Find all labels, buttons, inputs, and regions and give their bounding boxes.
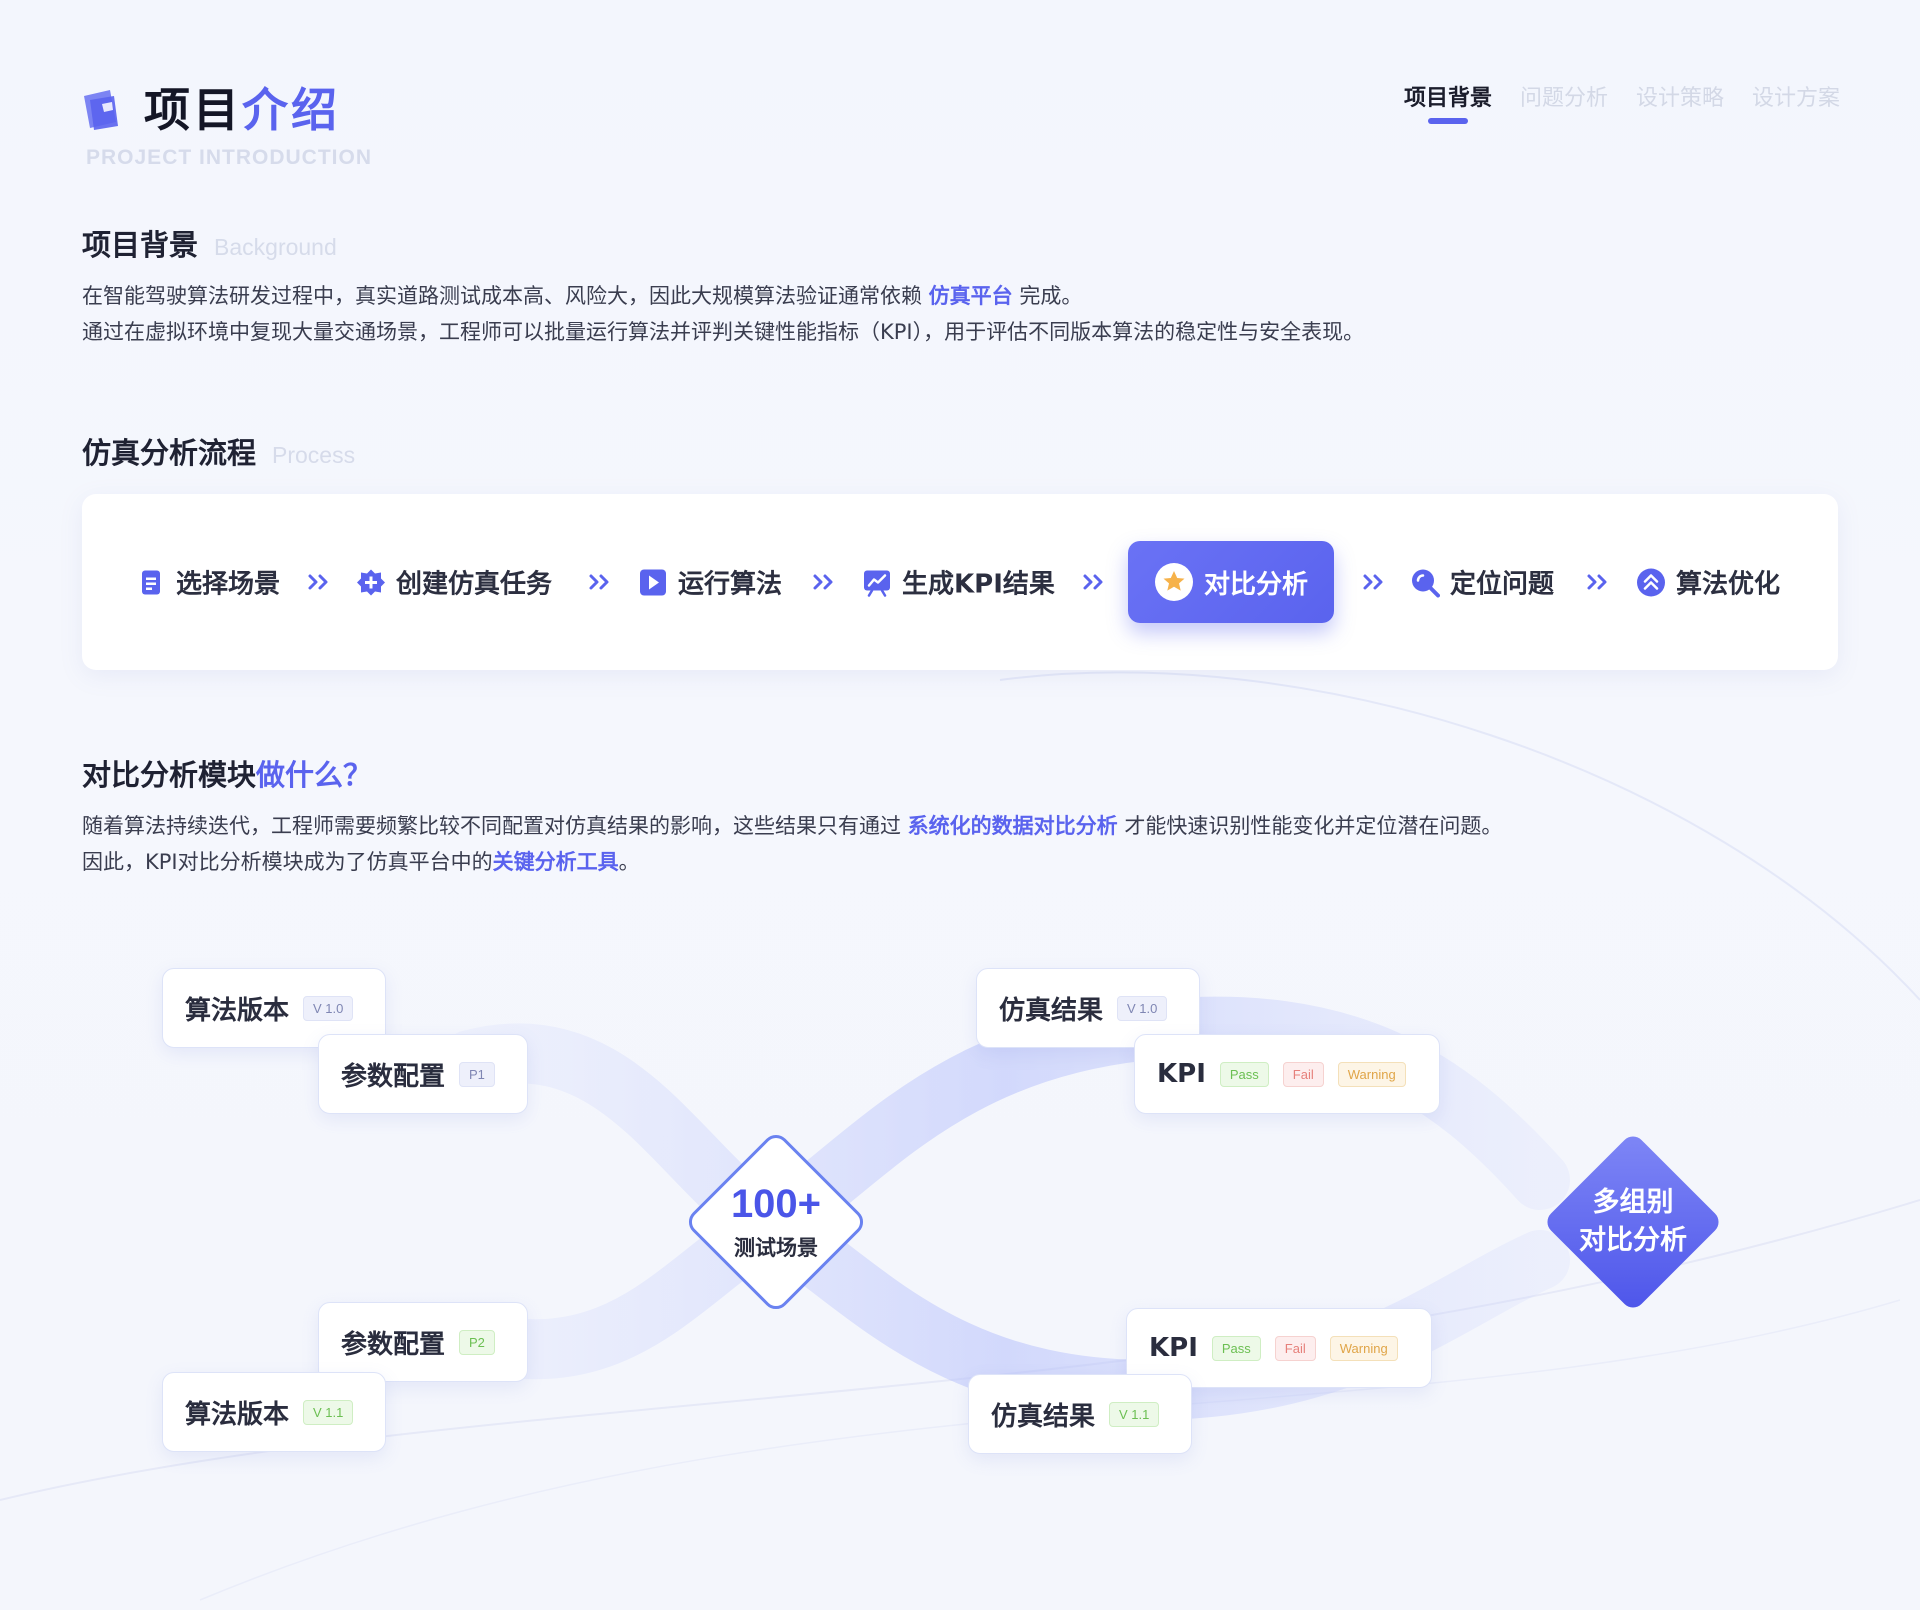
multi-group-compare-diamond: 多组别 对比分析 bbox=[1521, 1110, 1745, 1334]
step-select-scene[interactable]: 选择场景 bbox=[136, 564, 280, 601]
background-line-2: 通过在虚拟环境中复现大量交通场景，工程师可以批量运行算法并评判关键性能指标（KP… bbox=[82, 320, 1365, 344]
pass-tag: Pass bbox=[1219, 1061, 1269, 1087]
scenario-count: 100+ bbox=[730, 1182, 822, 1226]
step-label: 定位问题 bbox=[1450, 569, 1555, 600]
compare-heading: 对比分析模块做什么？ bbox=[82, 752, 372, 794]
step-optimize-algorithm[interactable]: 算法优化 bbox=[1636, 564, 1780, 601]
param-tag: P2 bbox=[459, 1329, 495, 1355]
page-title: 项目介绍 bbox=[144, 80, 340, 140]
version-tag: V 1.0 bbox=[303, 995, 354, 1021]
background-line-1: 在智能驾驶算法研发过程中，真实道路测试成本高、风险大，因此大规模算法验证通常依赖… bbox=[82, 278, 1782, 314]
double-up-icon bbox=[1637, 568, 1665, 596]
diamond-content: 多组别 对比分析 bbox=[1521, 1110, 1745, 1334]
document-icon bbox=[142, 570, 160, 594]
tab-problem-analysis[interactable]: 问题分析 bbox=[1520, 82, 1608, 116]
test-scenarios-diamond: 100+ 测试场景 bbox=[664, 1110, 888, 1334]
add-badge-icon bbox=[357, 569, 385, 595]
search-icon bbox=[1412, 569, 1440, 597]
chevron-double-right-icon bbox=[1587, 574, 1607, 590]
logo-icon bbox=[84, 90, 118, 130]
process-flow-card: 选择场景 创建仿真任务 运行算法 生成KPI结果 对比分析 定位问题 算法优化 bbox=[82, 494, 1838, 670]
end-line-1: 多组别 bbox=[1592, 1187, 1674, 1218]
card-label: 参数配置 bbox=[341, 1329, 446, 1360]
card-label: 参数配置 bbox=[341, 1061, 446, 1092]
play-icon bbox=[640, 569, 666, 595]
highlight-sim-platform: 仿真平台 bbox=[928, 284, 1013, 308]
diamond-content: 100+ 测试场景 bbox=[664, 1110, 888, 1334]
step-label: 对比分析 bbox=[1204, 569, 1309, 600]
version-tag: V 1.0 bbox=[1117, 995, 1168, 1021]
kpi-card-top: KPI Pass Fail Warning bbox=[1134, 1034, 1440, 1114]
title-main: 项目 bbox=[144, 83, 242, 137]
tab-design-solution[interactable]: 设计方案 bbox=[1752, 82, 1840, 116]
compare-line-1-text: 随着算法持续迭代，工程师需要频繁比较不同配置对仿真结果的影响，这些结果只有通过 bbox=[82, 814, 908, 838]
step-create-task[interactable]: 创建仿真任务 bbox=[356, 564, 552, 601]
background-heading-text: 项目背景 bbox=[82, 228, 199, 262]
chart-icon bbox=[864, 570, 890, 597]
compare-line-2-text: 因此，KPI对比分析模块成为了仿真平台中的 bbox=[82, 850, 493, 874]
process-heading-en: Process bbox=[272, 442, 356, 468]
compare-heading-text: 对比分析模块做什么？ bbox=[82, 752, 372, 794]
warning-tag: Warning bbox=[1329, 1335, 1398, 1361]
step-label: 生成KPI结果 bbox=[902, 569, 1055, 600]
compare-heading-accent: 做什么？ bbox=[256, 758, 373, 792]
tab-background[interactable]: 项目背景 bbox=[1404, 82, 1492, 116]
tab-design-strategy[interactable]: 设计策略 bbox=[1636, 82, 1724, 116]
title-accent: 介绍 bbox=[242, 83, 340, 137]
compare-paragraph: 随着算法持续迭代，工程师需要频繁比较不同配置对仿真结果的影响，这些结果只有通过 … bbox=[82, 808, 1782, 880]
card-label: 仿真结果 bbox=[999, 995, 1104, 1026]
background-paragraph: 在智能驾驶算法研发过程中，真实道路测试成本高、风险大，因此大规模算法验证通常依赖… bbox=[82, 278, 1782, 350]
compare-line-1: 随着算法持续迭代，工程师需要频繁比较不同配置对仿真结果的影响，这些结果只有通过 … bbox=[82, 808, 1782, 844]
compare-line-2: 因此，KPI对比分析模块成为了仿真平台中的关键分析工具。 bbox=[82, 844, 1782, 880]
process-heading: 仿真分析流程 Process bbox=[82, 430, 355, 472]
step-label: 创建仿真任务 bbox=[396, 569, 553, 600]
highlight-data-compare: 系统化的数据对比分析 bbox=[907, 814, 1118, 838]
background-heading: 项目背景 Background bbox=[82, 222, 337, 264]
chevron-double-right-icon bbox=[1363, 574, 1383, 590]
step-label: 运行算法 bbox=[678, 569, 783, 600]
version-tag: V 1.1 bbox=[1109, 1401, 1160, 1427]
compare-heading-main: 对比分析模块 bbox=[82, 758, 257, 792]
card-label: KPI bbox=[1149, 1333, 1198, 1363]
warning-tag: Warning bbox=[1337, 1061, 1406, 1087]
algo-version-card-bottom: 算法版本 V 1.1 bbox=[162, 1372, 386, 1452]
step-run-algorithm[interactable]: 运行算法 bbox=[638, 564, 782, 601]
card-label: 算法版本 bbox=[185, 995, 290, 1026]
fail-tag: Fail bbox=[1282, 1061, 1324, 1087]
step-generate-kpi[interactable]: 生成KPI结果 bbox=[862, 564, 1055, 601]
step-label: 选择场景 bbox=[176, 569, 281, 600]
background-heading-en: Background bbox=[214, 234, 337, 260]
end-line-2: 对比分析 bbox=[1579, 1225, 1687, 1256]
sim-result-card-bottom: 仿真结果 V 1.1 bbox=[968, 1374, 1192, 1454]
step-label: 算法优化 bbox=[1676, 569, 1781, 600]
step-compare-analysis[interactable]: 对比分析 bbox=[1128, 541, 1335, 623]
star-icon bbox=[1155, 563, 1193, 601]
chevron-double-right-icon bbox=[1083, 574, 1103, 590]
param-config-card-top: 参数配置 P1 bbox=[318, 1034, 528, 1114]
background-line-1-text: 在智能驾驶算法研发过程中，真实道路测试成本高、风险大，因此大规模算法验证通常依赖 bbox=[82, 284, 929, 308]
step-locate-problem[interactable]: 定位问题 bbox=[1410, 564, 1554, 601]
process-heading-text: 仿真分析流程 bbox=[82, 436, 257, 470]
chevron-double-right-icon bbox=[813, 574, 833, 590]
card-label: 仿真结果 bbox=[991, 1401, 1096, 1432]
param-config-card-bottom: 参数配置 P2 bbox=[318, 1302, 528, 1382]
top-navigation: 项目背景 问题分析 设计策略 设计方案 bbox=[1404, 82, 1840, 116]
page-subtitle: PROJECT INTRODUCTION bbox=[86, 146, 373, 169]
chevron-double-right-icon bbox=[589, 574, 609, 590]
card-label: 算法版本 bbox=[185, 1399, 290, 1430]
version-tag: V 1.1 bbox=[303, 1399, 354, 1425]
chevron-double-right-icon bbox=[308, 574, 328, 590]
background-line-1-end: 完成。 bbox=[1012, 284, 1083, 308]
compare-line-2-end: 。 bbox=[618, 850, 640, 874]
card-label: KPI bbox=[1157, 1059, 1206, 1089]
compare-line-1-end: 才能快速识别性能变化并定位潜在问题。 bbox=[1117, 814, 1503, 838]
scenario-label: 测试场景 bbox=[734, 1236, 818, 1260]
fail-tag: Fail bbox=[1274, 1335, 1316, 1361]
highlight-key-tool: 关键分析工具 bbox=[492, 850, 619, 874]
pass-tag: Pass bbox=[1211, 1335, 1261, 1361]
param-tag: P1 bbox=[459, 1061, 495, 1087]
